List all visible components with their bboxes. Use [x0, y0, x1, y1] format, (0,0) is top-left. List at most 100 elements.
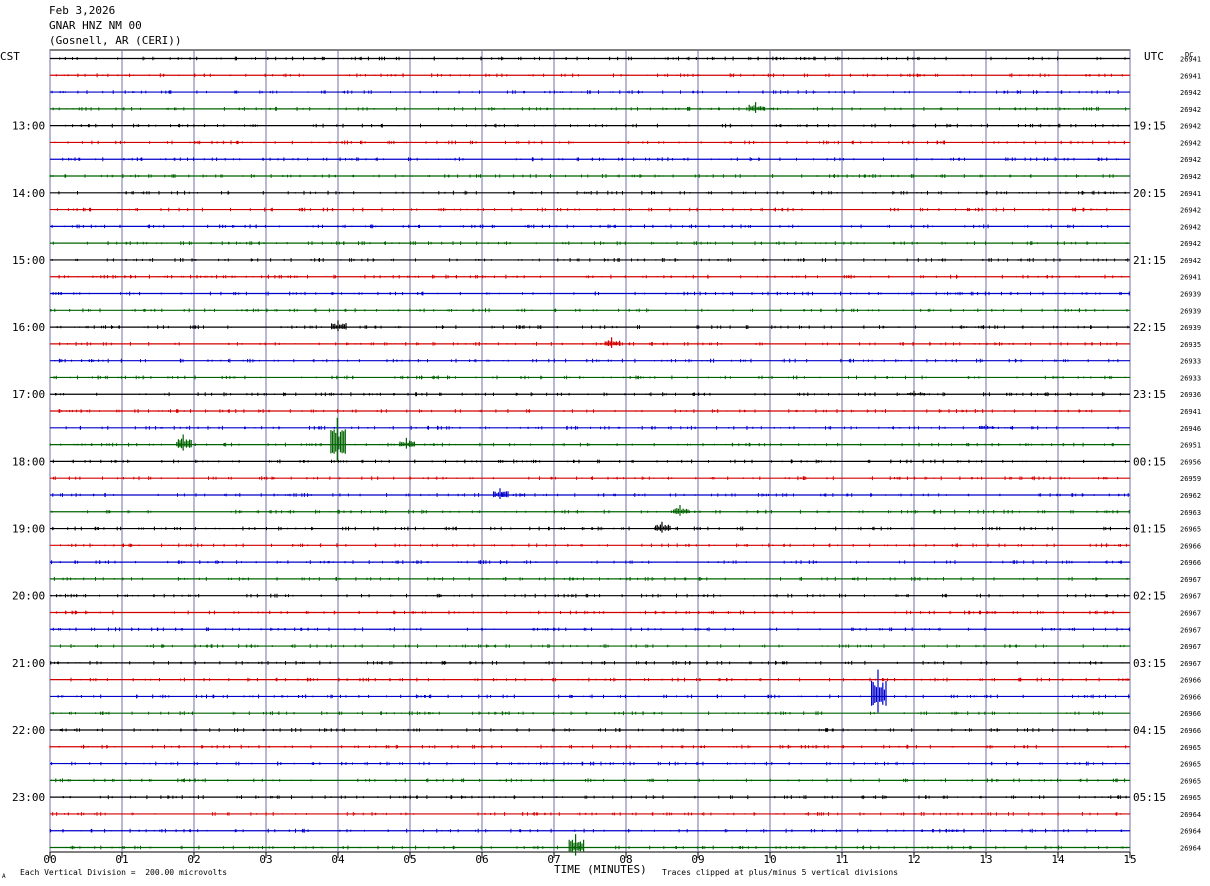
clip-note: Traces clipped at plus/minus 5 vertical … — [662, 868, 898, 877]
helicorder-plot: CST UTC DC TIME (MINUTES) Each Vertical … — [0, 49, 1201, 880]
dc-offset-label: 26941 — [1180, 56, 1201, 64]
dc-offset-label: 26967 — [1180, 643, 1201, 651]
dc-offset-label: 26966 — [1180, 542, 1201, 550]
scale-note: Each Vertical Division = 200.00 microvol… — [20, 868, 227, 877]
dc-offset-label: 26967 — [1180, 626, 1201, 634]
right-hour-label: 19:15 — [1133, 120, 1166, 133]
left-hour-label: 22:00 — [12, 724, 45, 737]
dc-offset-label: 26942 — [1180, 139, 1201, 147]
seismic-event — [907, 390, 923, 397]
left-hour-label: 21:00 — [12, 657, 45, 670]
left-hour-label: 16:00 — [12, 321, 45, 334]
dc-offset-label: 26967 — [1180, 609, 1201, 617]
dc-offset-label: 26941 — [1180, 274, 1201, 282]
dc-offset-label: 26966 — [1180, 710, 1201, 718]
dc-offset-label: 26964 — [1180, 828, 1201, 836]
dc-offset-label: 26939 — [1180, 324, 1201, 332]
left-hour-label: 18:00 — [12, 455, 45, 468]
left-hour-label: 14:00 — [12, 187, 45, 200]
x-tick-label: 05 — [403, 853, 416, 866]
seismic-event — [871, 669, 887, 713]
plot-frame — [49, 49, 1131, 853]
seismic-event — [673, 505, 689, 516]
dc-offset-label: 26962 — [1180, 492, 1201, 500]
x-tick-label: 06 — [475, 853, 488, 866]
dc-offset-label: 26966 — [1180, 693, 1201, 701]
left-hour-label: 20:00 — [12, 590, 45, 603]
dc-offset-label: 26966 — [1180, 559, 1201, 567]
dc-offset-label: 26959 — [1180, 475, 1201, 483]
dc-offset-label: 26942 — [1180, 89, 1201, 97]
right-hour-label: 22:15 — [1133, 321, 1166, 334]
x-tick-label: 11 — [835, 853, 848, 866]
right-hour-label: 20:15 — [1133, 187, 1166, 200]
dc-offset-label: 26939 — [1180, 291, 1201, 299]
left-hour-label: 13:00 — [12, 120, 45, 133]
right-timezone-label: UTC — [1144, 50, 1164, 63]
traces — [49, 56, 1131, 856]
seismic-event — [399, 437, 415, 449]
dc-offset-label: 26966 — [1180, 727, 1201, 735]
x-tick-label: 09 — [691, 853, 704, 866]
dc-offset-label: 26965 — [1180, 777, 1201, 785]
dc-offset-label: 26965 — [1180, 744, 1201, 752]
dc-offset-label: 26933 — [1180, 358, 1201, 366]
x-tick-label: 15 — [1123, 853, 1136, 866]
x-tick-label: 00 — [43, 853, 56, 866]
seismic-event — [979, 424, 995, 430]
dc-offset-label: 26964 — [1180, 811, 1201, 819]
dc-offset-label: 26935 — [1180, 341, 1201, 349]
x-tick-label: 04 — [331, 853, 345, 866]
right-hour-label: 21:15 — [1133, 254, 1166, 267]
dc-offset-label: 26941 — [1180, 72, 1201, 80]
dc-offset-label: 26942 — [1180, 173, 1201, 181]
x-tick-label: 07 — [547, 853, 560, 866]
x-tick-label: 03 — [259, 853, 272, 866]
x-tick-label: 01 — [115, 853, 128, 866]
dc-offset-label: 26942 — [1180, 156, 1201, 164]
right-hour-label: 04:15 — [1133, 724, 1166, 737]
seismic-event — [331, 320, 347, 332]
x-axis-title: TIME (MINUTES) — [554, 863, 647, 876]
left-timezone-label: CST — [0, 50, 20, 63]
dc-offset-label: 26965 — [1180, 761, 1201, 769]
x-tick-label: 02 — [187, 853, 200, 866]
seismic-event — [748, 102, 765, 113]
left-hour-label: 17:00 — [12, 388, 45, 401]
dc-offset-label: 26967 — [1180, 593, 1201, 601]
x-tick-label: 13 — [979, 853, 992, 866]
seismic-event — [655, 521, 671, 533]
dc-offset-label: 26967 — [1180, 660, 1201, 668]
dc-offset-label: 26933 — [1180, 374, 1201, 382]
dc-offset-label: 26965 — [1180, 794, 1201, 802]
dc-offset-label: 26964 — [1180, 845, 1201, 853]
right-hour-label: 02:15 — [1133, 590, 1166, 603]
x-tick-label: 08 — [619, 853, 632, 866]
dc-offset-label: 26939 — [1180, 307, 1201, 315]
dc-offset-label: 26946 — [1180, 425, 1201, 433]
right-hour-label: 03:15 — [1133, 657, 1166, 670]
left-hour-label: 15:00 — [12, 254, 45, 267]
right-hour-label: 01:15 — [1133, 523, 1166, 536]
dc-offset-label: 26941 — [1180, 408, 1201, 416]
dc-offset-label: 26942 — [1180, 223, 1201, 231]
seismic-event — [176, 434, 192, 451]
corner-mark: A — [2, 873, 6, 880]
dc-offset-label: 26942 — [1180, 106, 1201, 114]
right-hour-label: 00:15 — [1133, 455, 1166, 468]
dc-offset-label: 26942 — [1180, 240, 1201, 248]
dc-offset-label: 26942 — [1180, 257, 1201, 265]
dc-offset-label: 26941 — [1180, 190, 1201, 198]
grid-lines — [49, 49, 1131, 858]
dc-offset-label: 26956 — [1180, 458, 1201, 466]
left-hour-label: 19:00 — [12, 523, 45, 536]
dc-offset-label: 26966 — [1180, 677, 1201, 685]
dc-offset-label: 26942 — [1180, 207, 1201, 215]
dc-offset-label: 26967 — [1180, 576, 1201, 584]
dc-offset-label: 26963 — [1180, 509, 1201, 517]
dc-offset-label: 26936 — [1180, 391, 1201, 399]
right-hour-label: 23:15 — [1133, 388, 1166, 401]
dc-offset-label: 26942 — [1180, 123, 1201, 131]
x-tick-label: 12 — [907, 853, 920, 866]
dc-offset-label: 26951 — [1180, 442, 1201, 450]
